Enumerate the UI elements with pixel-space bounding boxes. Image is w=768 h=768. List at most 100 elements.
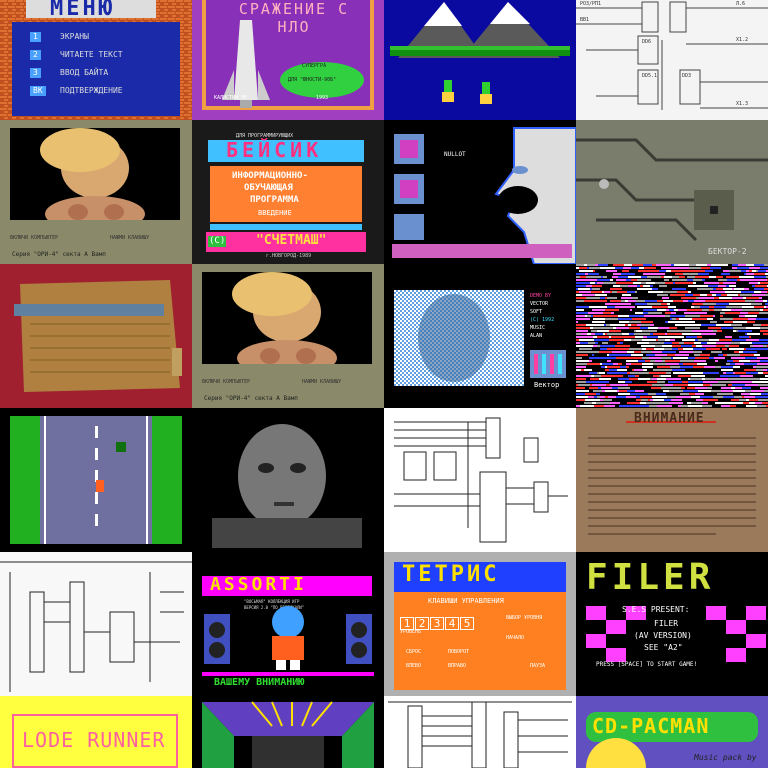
photo-frame <box>10 128 180 232</box>
assorti-art <box>202 606 374 676</box>
screenshot-collage: МЕНЮ 1 ЭКРАНЫ 2 ЧИТАЕТЕ ТЕКСТ 3 ВВОД БАЙ… <box>0 0 768 768</box>
menu-item-label: ЭКРАНЫ <box>60 32 89 41</box>
ufo-year: 1993 <box>316 95 329 101</box>
photo-footer: Серия "ОРИ-4" секта А Вамп <box>12 251 106 258</box>
circuit-board <box>576 120 768 264</box>
photo-caption-right: НАЖМИ КЛАВИШУ <box>302 379 342 385</box>
lode-runner-title: LODE RUNNER <box>22 728 166 752</box>
tetris-level: УРОВЕНЬ <box>400 629 422 635</box>
tetris-pause: ПАУЗА <box>530 663 546 669</box>
menu-item-key: 1 <box>30 32 41 42</box>
basic-stripe <box>210 224 362 230</box>
demo-side-text: DEMO BY VECTOR SOFT (C) 1992 MUSIC ALAN <box>530 294 554 342</box>
basic-brand: "СЧЕТМАШ" <box>256 233 327 248</box>
tile-schematic-2[interactable] <box>384 408 576 552</box>
perspective-art <box>202 701 374 768</box>
tile-filer[interactable]: FILER S.E.S PRESENT: FILER (AV VERSION) … <box>576 552 768 696</box>
tetris-right: ВПРАВО <box>448 663 467 669</box>
circuit-diagram <box>0 561 192 692</box>
tile-road-game[interactable] <box>0 408 192 552</box>
schematic-label: DD6 <box>642 39 652 45</box>
photo-footer: Серия "ОРИ-4" секта А Вамп <box>204 395 298 402</box>
schematic-label: DD5.1 <box>642 73 658 79</box>
filer-presents: S.E.S PRESENT: <box>622 605 690 614</box>
profile-label: NULLOT <box>444 151 466 158</box>
tile-profile-demo[interactable]: NULLOT <box>384 120 576 264</box>
tetris-turn: ПОВОРОТ <box>448 649 470 655</box>
tetris-panel <box>394 592 566 690</box>
tile-photo-screen-2[interactable]: ВКЛЮЧИ КОМПЬЮТЕР НАЖМИ КЛАВИШУ Серия "ОР… <box>192 264 384 408</box>
circuit-board <box>0 264 192 408</box>
schematic-label: РОЗ/РП1 <box>580 1 602 7</box>
tile-assorti[interactable]: ASSORTI "ВОСЬМАЯ" КОЛЛЕКЦИЯ ИГР ВЕРСИЯ 2… <box>192 552 384 696</box>
basic-title: БЕЙСИК <box>226 138 323 162</box>
menu-item-label: ЧИТАЕТЕ ТЕКСТ <box>60 50 123 59</box>
ufo-line2: ДЛЯ "ЮНОСТИ-90Б" <box>288 77 337 83</box>
warning-title: ВНИМАНИЕ <box>634 411 705 426</box>
tetris-digit: 5 <box>460 617 474 630</box>
tetris-digit: 4 <box>445 617 459 630</box>
ufo-author: КАЛИСТИН ЭР <box>214 95 248 101</box>
road-scene <box>10 416 182 544</box>
tile-dither-face[interactable]: DEMO BY VECTOR SOFT (C) 1992 MUSIC ALAN … <box>384 264 576 408</box>
tetris-digit: 3 <box>430 617 444 630</box>
photo-caption-right: НАЖМИ КЛАВИШУ <box>110 235 150 241</box>
schematic-label: DD3 <box>682 73 692 79</box>
tetris-drop: СБРОС <box>406 649 422 655</box>
filer-name: FILER <box>654 619 679 628</box>
pcb-label: БЕКТОР-2 <box>708 247 747 256</box>
portrait-image <box>202 272 372 376</box>
filer-prompt: PRESS [SPACE] TO START GAME! <box>596 661 698 668</box>
circuit-diagram <box>388 701 572 768</box>
tetris-title: ТЕТРИС <box>402 562 500 587</box>
schematic-label: ВВ1 <box>580 17 590 23</box>
profile-art <box>392 127 576 264</box>
tetris-left: ВЛЕВО <box>406 663 422 669</box>
portrait-image <box>10 128 180 232</box>
pacman-sub: Music pack by <box>694 753 757 762</box>
demo-text-line: ALAN <box>530 333 543 339</box>
schematic-label: Х1.3 <box>736 101 749 107</box>
menu-item-key: ВК <box>30 86 46 96</box>
tetris-speed: ВЫБОР УРОВНЯ <box>506 615 543 621</box>
schematic-label: Х1.2 <box>736 37 749 43</box>
menu-item-label: ПОДТВЕРЖДЕНИЕ <box>60 86 123 95</box>
basic-subtitle-2: ОБУЧАЮЩАЯ <box>244 183 293 193</box>
menu-item-label: ВВОД БАЙТА <box>60 68 109 77</box>
tile-pcb-photo-2[interactable] <box>0 264 192 408</box>
filer-version: (AV VERSION) <box>634 631 692 640</box>
schematic-label: Л.6 <box>736 1 746 7</box>
menu-item-key: 3 <box>30 68 41 78</box>
tile-basic-program[interactable]: ДЛЯ ПРОГРАММИРУЮЩИХ БЕЙСИК ИНФОРМАЦИОННО… <box>192 120 384 264</box>
filer-title: FILER <box>586 557 715 598</box>
tile-pcb-photo-1[interactable]: БЕКТОР-2 <box>576 120 768 264</box>
menu-item-key: 2 <box>30 50 41 60</box>
tile-photo-screen-1[interactable]: ВКЛЮЧИ КОМПЬЮТЕР НАЖМИ КЛАВИШУ Серия "ОР… <box>0 120 192 264</box>
photo-caption-left: ВКЛЮЧИ КОМПЬЮТЕР <box>10 235 59 241</box>
tile-glitch-screen[interactable] <box>576 264 768 408</box>
tile-schematic-3[interactable] <box>0 552 192 696</box>
tile-tetris[interactable]: ТЕТРИС КЛАВИШИ УПРАВЛЕНИЯ 12345 УРОВЕНЬ … <box>384 552 576 696</box>
tile-cd-pacman[interactable]: CD-PACMAN Music pack by <box>576 696 768 768</box>
photo-frame <box>202 272 372 376</box>
tetris-controls: КЛАВИШИ УПРАВЛЕНИЯ <box>428 597 504 605</box>
basic-small: г.НОВГОРОД-1989 <box>266 253 312 259</box>
document-text <box>576 408 768 552</box>
basic-copyright: (C) <box>208 236 227 247</box>
tile-perspective-demo[interactable] <box>192 696 384 768</box>
glitch-noise <box>576 264 768 407</box>
tile-schematic-4[interactable] <box>384 696 576 768</box>
tile-lode-runner[interactable]: LODE RUNNER <box>0 696 192 768</box>
tile-bw-face[interactable] <box>192 408 384 552</box>
menu-title: МЕНЮ <box>50 0 115 21</box>
filer-see: SEE "A2" <box>644 643 683 652</box>
basic-subtitle-3: ПРОГРАММА <box>250 195 299 205</box>
assorti-footer: ВАШЕМУ ВНИМАНИЮ <box>214 677 305 688</box>
photo-caption-left: ВКЛЮЧИ КОМПЬЮТЕР <box>202 379 251 385</box>
circuit-diagram <box>394 417 568 543</box>
basic-subtitle-1: ИНФОРМАЦИОННО- <box>232 171 308 181</box>
bw-portrait <box>192 408 384 552</box>
tetris-start: НАЧАЛО <box>506 635 525 641</box>
tile-warning-doc[interactable]: ВНИМАНИЕ <box>576 408 768 552</box>
ufo-line1: СУПЕРГРА <box>302 63 327 69</box>
